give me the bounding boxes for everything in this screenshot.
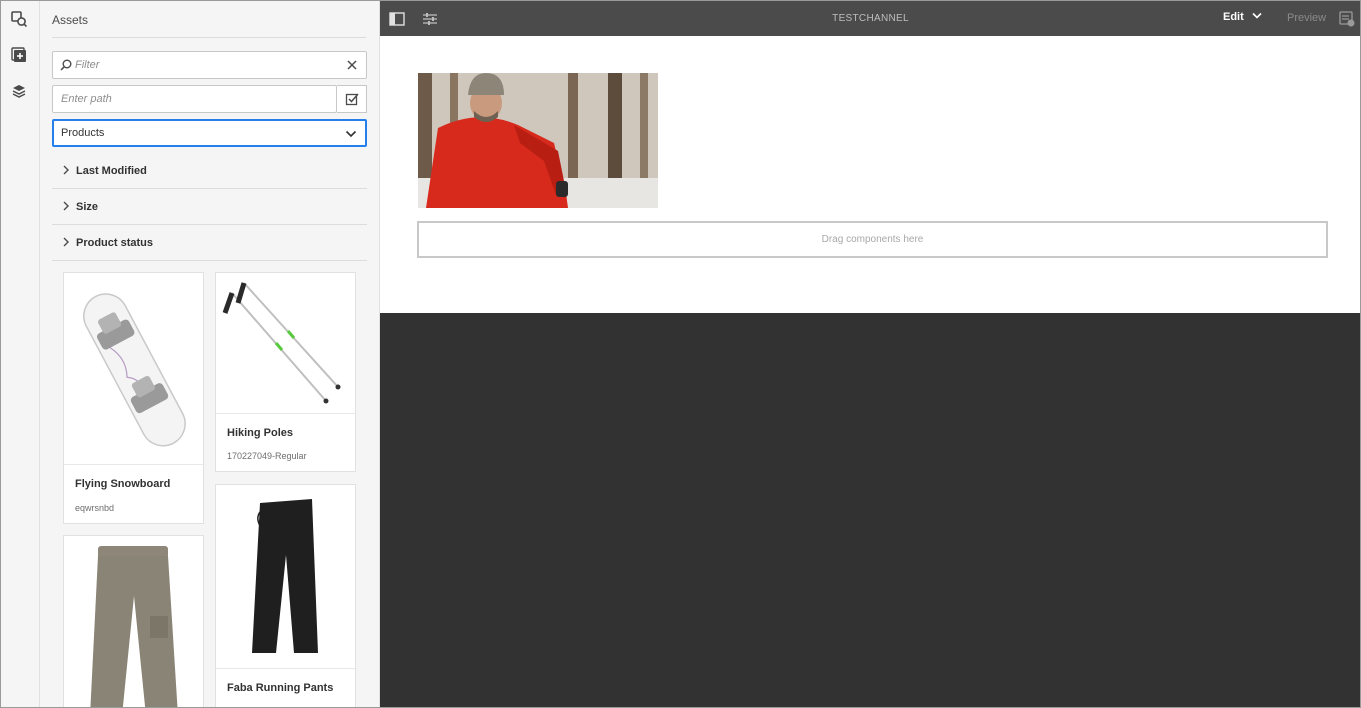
filter-input[interactable]: [53, 52, 366, 78]
side-rail: [1, 1, 40, 707]
facet-label: Product status: [76, 236, 154, 249]
hiking-poles-image: [216, 273, 355, 414]
chevron-right-icon: [62, 236, 70, 250]
chevron-right-icon: [62, 200, 70, 214]
hero-image[interactable]: [418, 73, 658, 208]
editor-toolbar: TESTCHANNEL Edit Preview: [380, 1, 1360, 36]
assets-icon[interactable]: [10, 10, 28, 28]
assets-panel: Assets Products Last Modified: [40, 1, 380, 707]
preview-button[interactable]: Preview: [1287, 12, 1326, 24]
component-dropzone[interactable]: Drag components here: [417, 221, 1328, 258]
page-content: Drag components here: [380, 36, 1360, 313]
annotations-icon[interactable]: [1338, 10, 1356, 28]
divider: [52, 37, 366, 38]
editor-canvas: Drag components here: [380, 36, 1360, 707]
card-subtitle: eqwrsnbd: [75, 503, 115, 513]
content-tree-icon[interactable]: [10, 82, 28, 100]
card-title: Faba Running Pants: [227, 682, 334, 694]
running-pants-image: [216, 485, 355, 669]
channel-title: TESTCHANNEL: [832, 13, 909, 24]
grey-pants-image: [64, 536, 203, 707]
clear-icon[interactable]: [346, 59, 358, 71]
snowboard-image: [64, 273, 203, 465]
facet-label: Last Modified: [76, 164, 147, 177]
components-icon[interactable]: [10, 46, 28, 64]
facet-product-status[interactable]: Product status: [52, 225, 367, 261]
search-icon: [60, 59, 72, 74]
asset-card[interactable]: [63, 535, 204, 707]
asset-type-value: Products: [61, 127, 105, 139]
checkbox-select-icon: [345, 93, 359, 106]
facet-size[interactable]: Size: [52, 189, 367, 225]
asset-type-select[interactable]: Products: [52, 119, 367, 147]
filter-field[interactable]: [52, 51, 367, 79]
chevron-down-icon: [345, 129, 357, 142]
asset-card[interactable]: Flying Snowboard eqwrsnbd: [63, 272, 204, 524]
path-browse-button[interactable]: [337, 85, 367, 113]
card-title: Flying Snowboard: [75, 478, 171, 490]
panel-title: Assets: [52, 13, 89, 27]
path-input[interactable]: [53, 86, 336, 112]
facet-last-modified[interactable]: Last Modified: [52, 153, 367, 189]
chevron-down-icon: [1252, 11, 1262, 23]
asset-card[interactable]: Hiking Poles 170227049-Regular: [215, 272, 356, 472]
asset-card[interactable]: Faba Running Pants: [215, 484, 356, 707]
path-field[interactable]: [52, 85, 337, 113]
editor-window: Assets Products Last Modified: [0, 0, 1361, 708]
chevron-right-icon: [62, 164, 70, 178]
card-subtitle: 170227049-Regular: [227, 451, 307, 461]
mode-select[interactable]: Edit: [1223, 11, 1262, 23]
mode-label: Edit: [1223, 11, 1244, 23]
card-title: Hiking Poles: [227, 427, 294, 439]
facet-label: Size: [76, 200, 99, 213]
